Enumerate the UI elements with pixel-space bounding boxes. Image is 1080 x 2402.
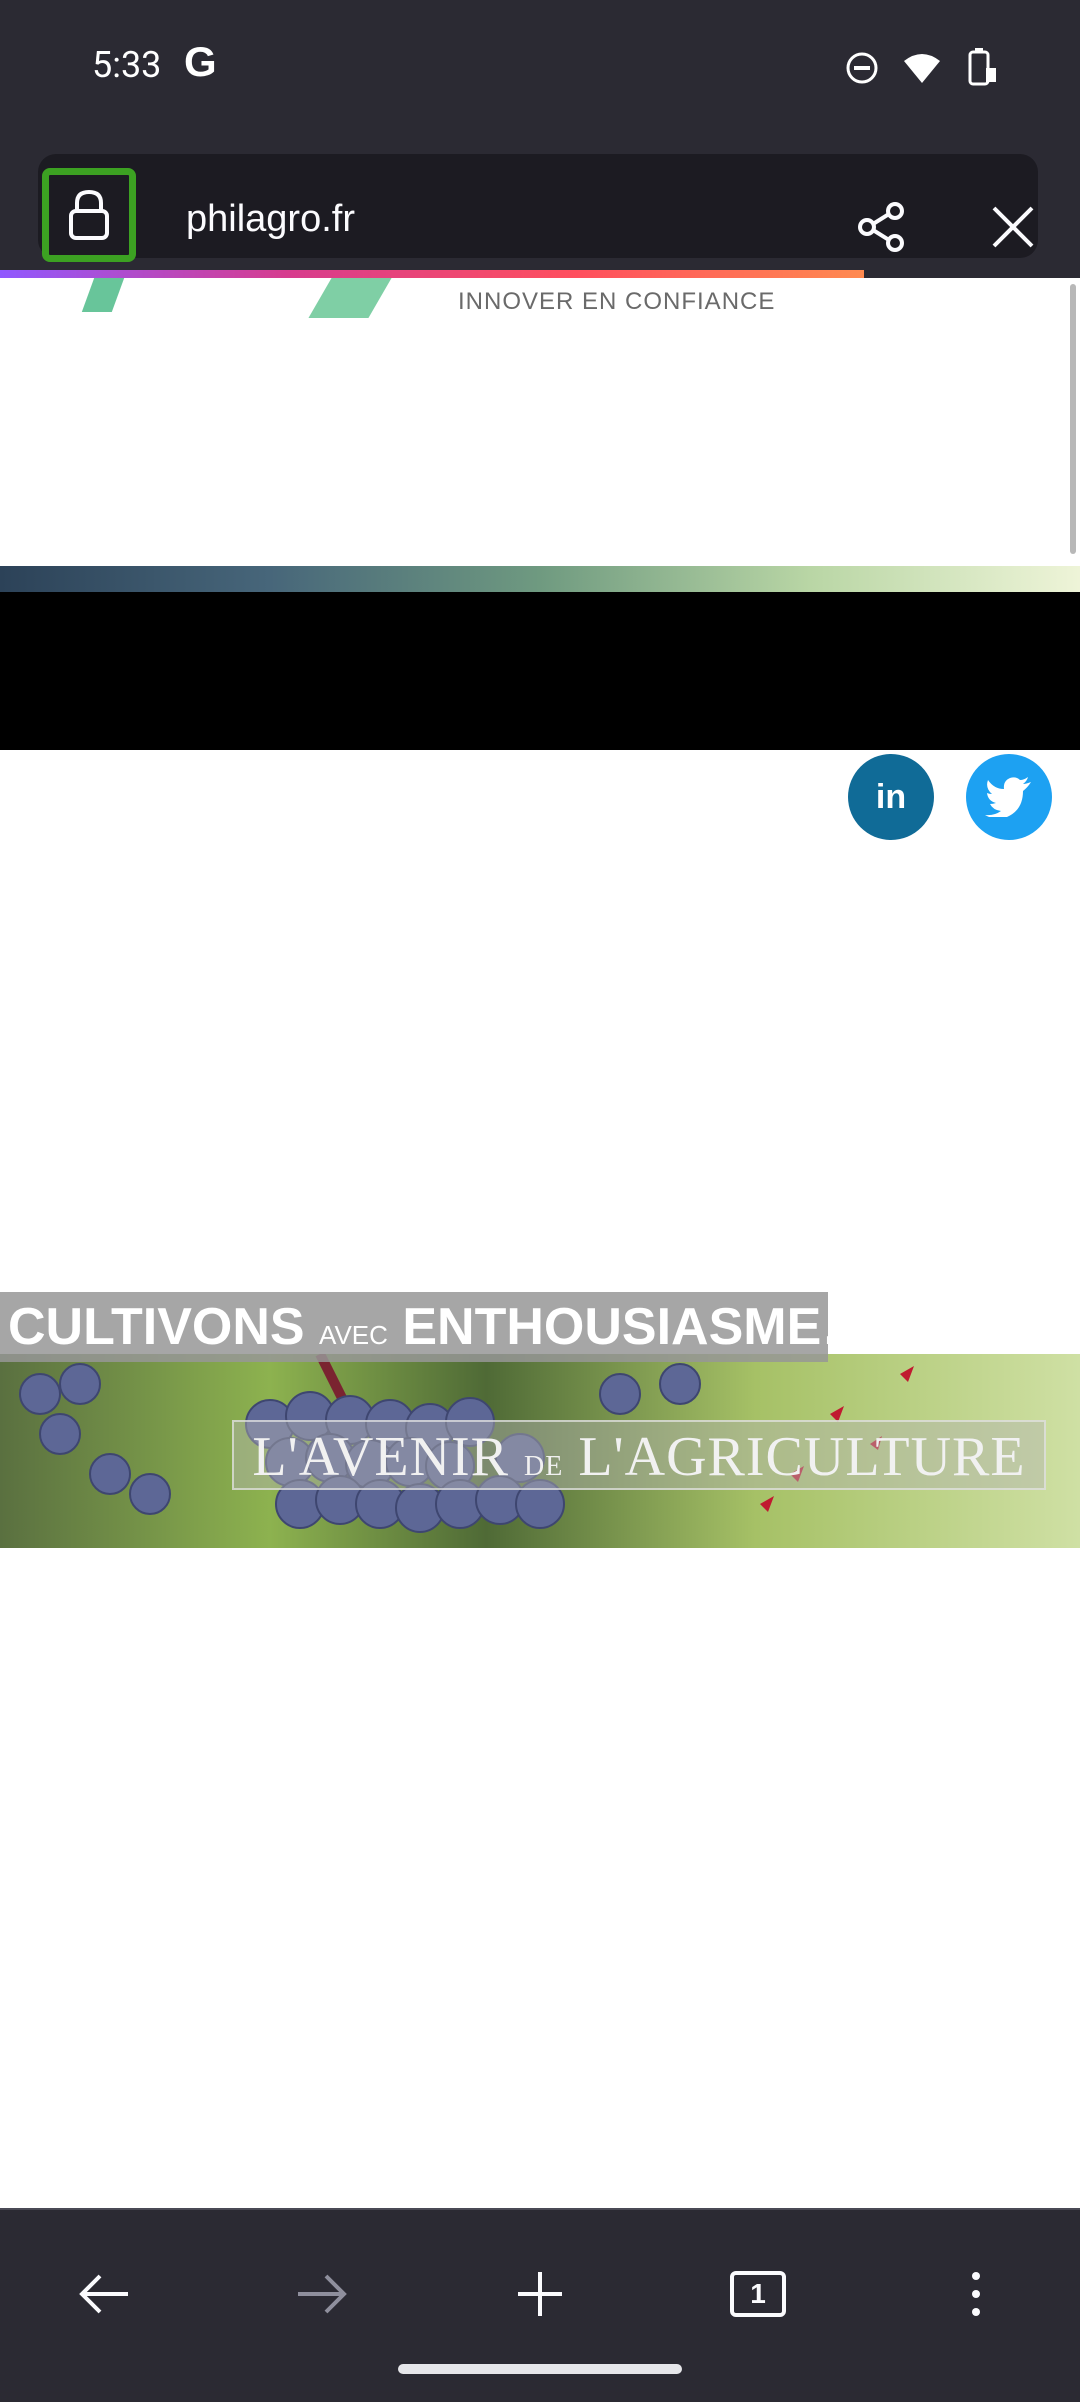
headline-part2: ENTHOUSIASME…	[402, 1298, 874, 1356]
status-time: 5:33	[92, 44, 162, 86]
url-bar[interactable]: philagro.fr	[38, 154, 1038, 262]
linkedin-icon: in	[875, 777, 907, 816]
web-page[interactable]: INNOVER EN CONFIANCE in CULTIVONS AVEC E…	[0, 278, 1080, 2208]
wifi-icon	[904, 54, 940, 83]
tab-count-badge: 1	[730, 2271, 786, 2317]
banner-headline: CULTIVONS AVEC ENTHOUSIASME…	[0, 1292, 873, 1362]
forward-arrow-icon	[298, 2274, 347, 2314]
header-gradient-band	[0, 566, 1080, 592]
share-button[interactable]	[846, 192, 916, 262]
share-icon	[858, 202, 904, 252]
linkedin-button[interactable]: in	[848, 754, 934, 840]
progress-fill	[0, 270, 864, 278]
browser-toolbar: philagro.fr	[0, 140, 1080, 270]
google-icon: G	[184, 38, 217, 85]
subhead-de: DE	[524, 1451, 564, 1482]
close-icon	[992, 206, 1034, 248]
back-arrow-icon	[79, 2274, 128, 2314]
menu-button[interactable]	[928, 2246, 1024, 2342]
url-text[interactable]: philagro.fr	[186, 198, 355, 241]
more-vertical-icon	[972, 2272, 980, 2316]
status-bar: 5:33 G	[0, 0, 1080, 140]
headline-part1: CULTIVONS	[8, 1298, 305, 1356]
close-button[interactable]	[978, 192, 1048, 262]
black-banner	[0, 592, 1080, 750]
banner-subheadline: L'AVENIR DE L'AGRICULTURE	[232, 1420, 1046, 1490]
battery-icon	[968, 48, 996, 86]
subhead-part1: L'AVENIR	[252, 1426, 510, 1488]
new-tab-button[interactable]	[492, 2246, 588, 2342]
gesture-handle[interactable]	[398, 2364, 682, 2374]
plus-icon	[518, 2272, 562, 2316]
lock-icon	[69, 189, 109, 240]
dnd-icon	[846, 52, 878, 84]
subhead-part2: L'AGRICULTURE	[578, 1426, 1026, 1488]
tabs-button[interactable]: 1	[710, 2246, 806, 2342]
site-tagline: INNOVER EN CONFIANCE	[458, 288, 776, 315]
page-load-progress	[0, 270, 1080, 278]
status-icons	[844, 48, 1000, 88]
logo-fragment	[81, 278, 125, 312]
back-button[interactable]	[56, 2246, 152, 2342]
site-security-button[interactable]	[42, 168, 136, 262]
page-scrollbar[interactable]	[1070, 284, 1076, 554]
headline-small: AVEC	[319, 1320, 388, 1350]
twitter-button[interactable]	[966, 754, 1052, 840]
forward-button[interactable]	[274, 2246, 370, 2342]
logo-fragment	[308, 278, 392, 318]
twitter-icon	[985, 777, 1031, 817]
